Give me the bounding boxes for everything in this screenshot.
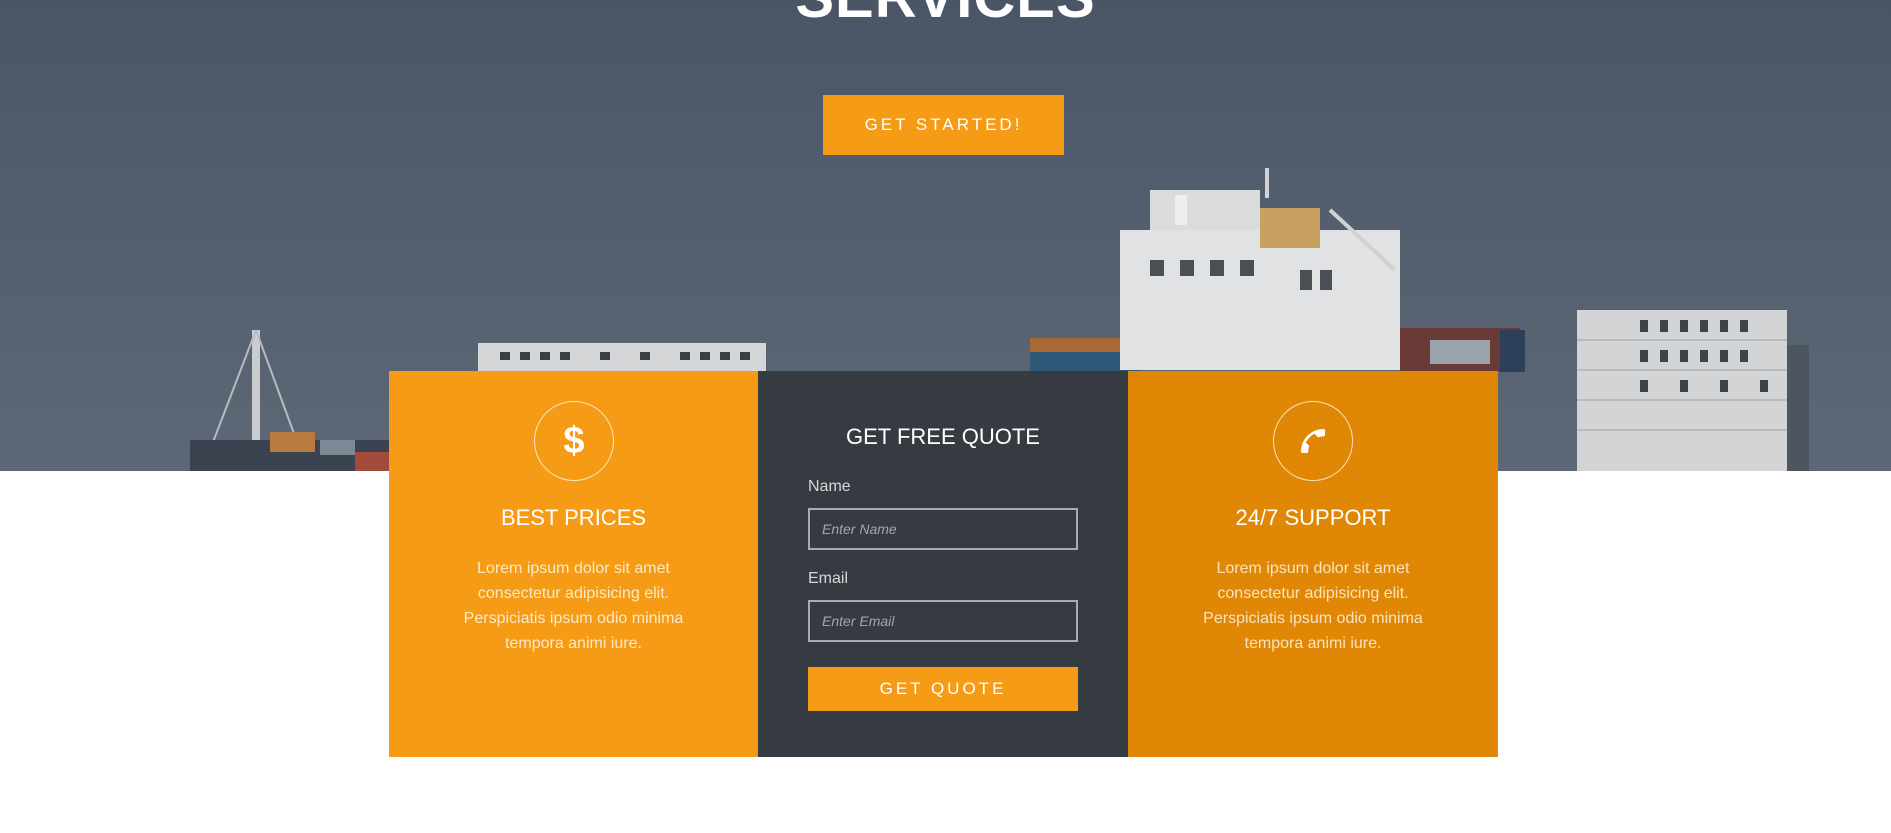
email-input[interactable] bbox=[808, 600, 1078, 642]
quote-form-panel: GET FREE QUOTE Name Email GET QUOTE bbox=[758, 371, 1128, 757]
get-quote-button[interactable]: GET QUOTE bbox=[808, 667, 1078, 711]
feature-card-best-prices: $ BEST PRICES Lorem ipsum dolor sit amet… bbox=[389, 371, 758, 757]
svg-text:$: $ bbox=[563, 421, 584, 461]
get-started-button[interactable]: GET STARTED! bbox=[823, 95, 1064, 155]
feature-title: 24/7 SUPPORT bbox=[1235, 505, 1391, 530]
feature-description: Lorem ipsum dolor sit amet consectetur a… bbox=[463, 560, 684, 652]
phone-icon bbox=[1273, 401, 1353, 481]
name-label: Name bbox=[808, 478, 851, 495]
quote-form-title: GET FREE QUOTE bbox=[846, 424, 1040, 449]
hero-title: SERVICES bbox=[0, 0, 1891, 36]
email-label: Email bbox=[808, 570, 849, 587]
feature-title: BEST PRICES bbox=[500, 505, 647, 530]
name-input[interactable] bbox=[808, 508, 1078, 550]
dollar-icon: $ bbox=[533, 401, 614, 481]
feature-card-support: 24/7 SUPPORT Lorem ipsum dolor sit amet … bbox=[1128, 371, 1498, 757]
feature-description: Lorem ipsum dolor sit amet consectetur a… bbox=[1203, 560, 1423, 652]
